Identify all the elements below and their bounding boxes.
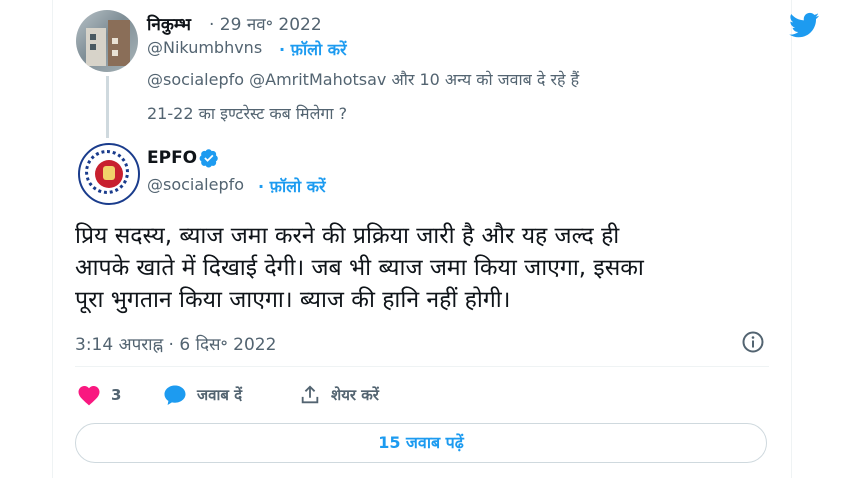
main-author-handle[interactable]: @socialepfo	[147, 175, 244, 194]
verified-badge-icon	[199, 149, 218, 168]
like-button[interactable]: 3	[77, 384, 121, 406]
epfo-logo-emblem	[103, 166, 115, 180]
tweet-text-line: प्रिय सदस्य, ब्याज जमा करने की प्रक्रिया…	[75, 223, 620, 249]
reply-date[interactable]: · 29 नव॰ 2022	[209, 12, 322, 35]
reply-tweet-text: 21-22 का इण्टरेस्ट कब मिलेगा ?	[147, 104, 348, 123]
main-tweet-text: प्रिय सदस्य, ब्याज जमा करने की प्रक्रिया…	[75, 220, 765, 316]
read-more-replies-button[interactable]: 15 जवाब पढ़ें	[75, 423, 767, 463]
like-count: 3	[111, 386, 122, 404]
share-label: शेयर करें	[331, 386, 379, 404]
info-icon[interactable]	[741, 330, 765, 354]
reply-bubble-icon	[164, 385, 186, 405]
reply-author-name[interactable]: निकुम्भ	[147, 12, 191, 35]
follow-button-nikumbh[interactable]: · फ़ॉलो करें	[279, 38, 347, 60]
share-icon	[301, 385, 319, 404]
avatar-image-window	[90, 34, 96, 40]
tweet-timestamp[interactable]: 3:14 अपराह्न · 6 दिस॰ 2022	[75, 332, 276, 355]
divider	[75, 366, 769, 367]
avatar-epfo[interactable]	[78, 143, 140, 205]
avatar-nikumbh[interactable]	[76, 10, 138, 72]
reply-label: जवाब दें	[197, 386, 243, 404]
tweet-text-line: आपके खाते में दिखाई देगी। जब भी ब्याज जम…	[75, 255, 644, 281]
avatar-image-building	[86, 28, 106, 66]
reply-author-handle[interactable]: @Nikumbhvns	[147, 38, 262, 57]
share-button[interactable]: शेयर करें	[299, 384, 379, 406]
main-author-name[interactable]: EPFO	[147, 148, 197, 168]
reply-button[interactable]: जवाब दें	[163, 384, 242, 406]
tweet-embed-card: निकुम्भ · 29 नव॰ 2022 @Nikumbhvns · फ़ॉल…	[52, 0, 819, 478]
avatar-image-building	[108, 20, 130, 66]
twitter-bird-icon[interactable]	[788, 10, 821, 40]
follow-button-epfo[interactable]: · फ़ॉलो करें	[258, 175, 326, 197]
heart-icon	[78, 386, 100, 406]
replying-to-text: @socialepfo @AmritMahotsav और 10 अन्य को…	[147, 70, 580, 89]
tweet-text-line: पूरा भुगतान किया जाएगा। ब्याज की हानि नह…	[75, 287, 511, 313]
thread-connector-line	[106, 76, 109, 138]
